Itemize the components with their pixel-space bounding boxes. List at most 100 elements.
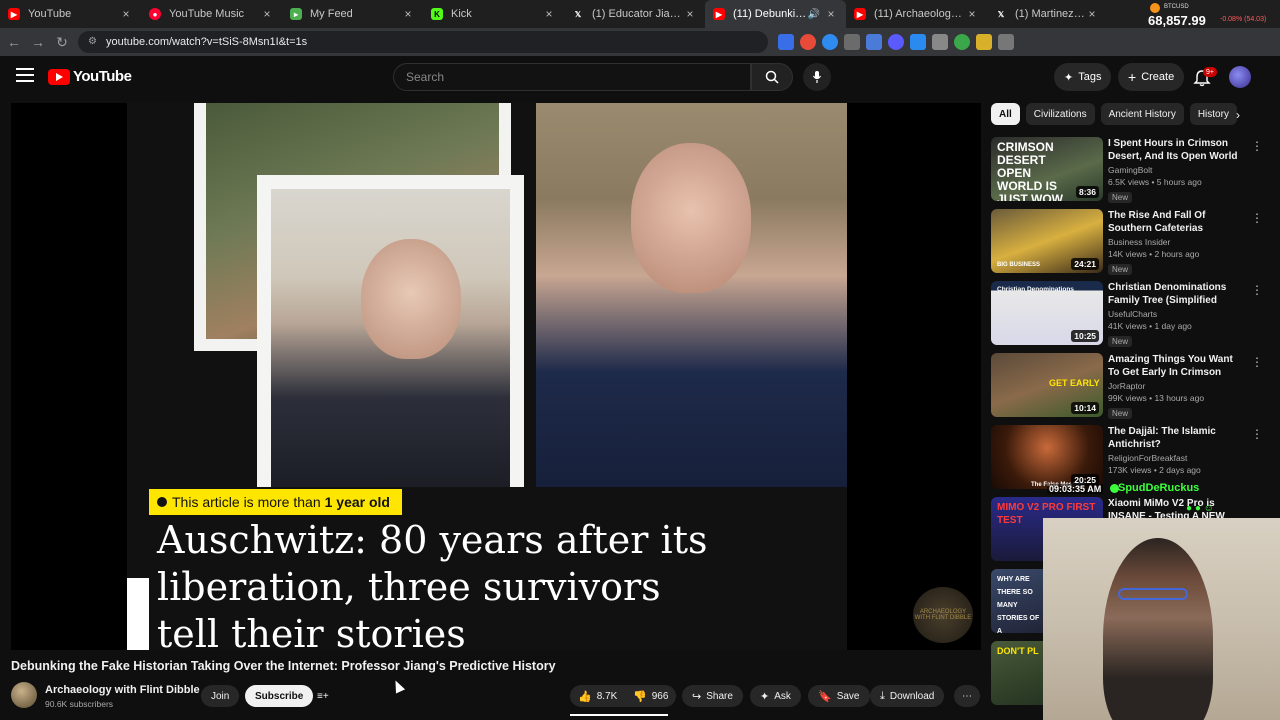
streamer-webcam bbox=[1043, 518, 1280, 720]
chip-civilizations[interactable]: Civilizations bbox=[1025, 103, 1095, 125]
url-text: youtube.com/watch?v=tSiS-8Msn1I&t=1s bbox=[106, 36, 308, 48]
close-tab-icon[interactable]: × bbox=[260, 7, 274, 21]
extension-icon[interactable] bbox=[822, 34, 838, 50]
channel-name[interactable]: Archaeology with Flint Dibble bbox=[45, 684, 200, 696]
ask-button[interactable]: ✦ Ask bbox=[750, 685, 801, 707]
save-label: Save bbox=[836, 690, 860, 702]
youtube-favicon-icon: ▶ bbox=[713, 8, 725, 20]
browser-tab[interactable]: ▶ YouTube × bbox=[0, 0, 141, 28]
mouse-cursor-icon bbox=[390, 678, 406, 694]
join-button[interactable]: Join bbox=[201, 685, 240, 707]
recommendation-title[interactable]: The Rise And Fall Of Southern Cafeterias bbox=[1108, 209, 1246, 235]
recommendation-title[interactable]: Christian Denominations Family Tree (Sim… bbox=[1108, 281, 1246, 307]
download-button[interactable]: ⤓ Download bbox=[870, 685, 945, 707]
youtube-logo[interactable]: YouTube bbox=[48, 68, 132, 85]
recommendation-item[interactable]: CRIMSON DESERT OPEN WORLD IS JUST WOW 8:3… bbox=[991, 137, 1263, 203]
extension-icon[interactable] bbox=[888, 34, 904, 50]
reload-icon[interactable]: ↻ bbox=[50, 30, 74, 54]
browser-tab[interactable]: 𝕏 (1) Educator Jiang Xueqin× bbox=[564, 0, 705, 28]
chip-ancient-history[interactable]: Ancient History bbox=[1100, 103, 1184, 125]
close-tab-icon[interactable]: × bbox=[542, 7, 556, 21]
browser-tab[interactable]: ▶ (11) Archaeology with Flin× bbox=[846, 0, 987, 28]
video-thumbnail[interactable]: The False Messiah20:25 bbox=[991, 425, 1103, 489]
filter-chips: All Civilizations Ancient History Histor… bbox=[991, 103, 1251, 125]
browser-tab-active[interactable]: ▶ (11) Debunking the Fa🔊 × bbox=[705, 0, 846, 28]
search-input[interactable]: Search bbox=[393, 63, 751, 91]
address-bar[interactable]: ⚙ youtube.com/watch?v=tSiS-8Msn1I&t=1s bbox=[78, 31, 768, 53]
recommendation-channel[interactable]: UsefulCharts bbox=[1108, 309, 1246, 319]
recommendation-item[interactable]: Christian Denominations 10:25 Christian D… bbox=[991, 281, 1263, 347]
extension-icon[interactable] bbox=[910, 34, 926, 50]
create-button[interactable]: + Create bbox=[1118, 63, 1185, 91]
thumbnail-text: Christian Denominations bbox=[997, 286, 1074, 293]
close-tab-icon[interactable]: × bbox=[824, 7, 838, 21]
more-options-icon[interactable]: ⋮ bbox=[1251, 355, 1263, 369]
new-badge: New bbox=[1108, 336, 1133, 347]
video-player[interactable]: This article is more than 1 year old Aus… bbox=[11, 103, 981, 650]
channel-avatar[interactable] bbox=[11, 682, 37, 708]
article-headline: Auschwitz: 80 years after its liberation… bbox=[157, 518, 708, 650]
close-tab-icon[interactable]: × bbox=[1085, 7, 1099, 21]
browser-tab[interactable]: 𝕏 (1) Martinez Politix (@ma× bbox=[987, 0, 1107, 28]
new-badge: New bbox=[1108, 192, 1133, 203]
more-options-icon[interactable]: ⋮ bbox=[1251, 427, 1263, 441]
extension-icon[interactable] bbox=[932, 34, 948, 50]
close-tab-icon[interactable]: × bbox=[119, 7, 133, 21]
extension-icon[interactable] bbox=[844, 34, 860, 50]
voice-search-button[interactable] bbox=[803, 63, 831, 91]
share-button[interactable]: ↪ Share bbox=[682, 685, 743, 707]
add-to-playlist-icon[interactable]: ≡+ bbox=[313, 685, 333, 707]
like-button[interactable]: 👍 8.7K bbox=[570, 685, 626, 707]
close-tab-icon[interactable]: × bbox=[683, 7, 697, 21]
recommendation-channel[interactable]: GamingBolt bbox=[1108, 165, 1246, 175]
menu-icon[interactable] bbox=[16, 68, 34, 82]
account-avatar[interactable] bbox=[1229, 66, 1251, 88]
recommendation-title[interactable]: The Dajjāl: The Islamic Antichrist? bbox=[1108, 425, 1246, 451]
extension-icon[interactable] bbox=[778, 34, 794, 50]
close-tab-icon[interactable]: × bbox=[965, 7, 979, 21]
new-badge: New bbox=[1108, 264, 1133, 275]
dislike-button[interactable]: 👎 966 bbox=[625, 685, 677, 707]
video-thumbnail[interactable]: Christian Denominations 10:25 bbox=[991, 281, 1103, 345]
site-info-icon[interactable]: ⚙ bbox=[88, 36, 100, 48]
browser-tab[interactable]: K Kick × bbox=[423, 0, 564, 28]
ticker-price: 68,857.99 bbox=[1148, 13, 1206, 28]
chevron-right-icon[interactable]: › bbox=[1236, 108, 1240, 122]
recommendation-channel[interactable]: JorRaptor bbox=[1108, 381, 1246, 391]
extension-icon[interactable] bbox=[954, 34, 970, 50]
chip-history[interactable]: History bbox=[1189, 103, 1237, 125]
forward-icon[interactable]: → bbox=[26, 30, 50, 54]
browser-tab[interactable]: ● YouTube Music × bbox=[141, 0, 282, 28]
extension-icon[interactable] bbox=[800, 34, 816, 50]
channel-watermark[interactable]: ARCHAEOLOGY WITH FLINT DIBBLE bbox=[913, 587, 973, 643]
recommendation-channel[interactable]: ReligionForBreakfast bbox=[1108, 453, 1246, 463]
recommendation-item[interactable]: BIG BUSINESS 24:21 The Rise And Fall Of S… bbox=[991, 209, 1263, 275]
more-options-icon[interactable]: ⋮ bbox=[1251, 211, 1263, 225]
extension-icon[interactable] bbox=[976, 34, 992, 50]
close-tab-icon[interactable]: × bbox=[401, 7, 415, 21]
extension-icon[interactable] bbox=[866, 34, 882, 50]
dislike-count: 966 bbox=[651, 690, 669, 702]
back-icon[interactable]: ← bbox=[2, 30, 26, 54]
recommendation-item[interactable]: GET EARLY 10:14 Amazing Things You Want T… bbox=[991, 353, 1263, 419]
recommendation-title[interactable]: Amazing Things You Want To Get Early In … bbox=[1108, 353, 1246, 379]
search-button[interactable] bbox=[751, 63, 793, 91]
browser-tab[interactable]: ▸ My Feed × bbox=[282, 0, 423, 28]
more-actions-icon[interactable]: ⋯ bbox=[954, 685, 980, 707]
save-button[interactable]: 🔖 Save bbox=[808, 685, 870, 707]
video-thumbnail[interactable]: BIG BUSINESS 24:21 bbox=[991, 209, 1103, 273]
video-thumbnail[interactable]: CRIMSON DESERT OPEN WORLD IS JUST WOW 8:3… bbox=[991, 137, 1103, 201]
recommendation-stats: 173K views • 2 days ago bbox=[1108, 465, 1201, 475]
more-options-icon[interactable]: ⋮ bbox=[1251, 139, 1263, 153]
subscribe-button[interactable]: Subscribe bbox=[245, 685, 314, 707]
video-thumbnail[interactable]: GET EARLY 10:14 bbox=[991, 353, 1103, 417]
recommendation-channel[interactable]: Business Insider bbox=[1108, 237, 1246, 247]
portrait-head bbox=[361, 239, 461, 359]
tags-button[interactable]: ✦ Tags bbox=[1054, 63, 1112, 91]
recommendation-title[interactable]: I Spent Hours in Crimson Desert, And Its… bbox=[1108, 137, 1246, 163]
puzzle-icon[interactable] bbox=[998, 34, 1014, 50]
more-options-icon[interactable]: ⋮ bbox=[1251, 283, 1263, 297]
chip-label: Civilizations bbox=[1033, 108, 1087, 120]
chip-all[interactable]: All bbox=[991, 103, 1020, 125]
audio-playing-icon[interactable]: 🔊 bbox=[808, 9, 820, 20]
